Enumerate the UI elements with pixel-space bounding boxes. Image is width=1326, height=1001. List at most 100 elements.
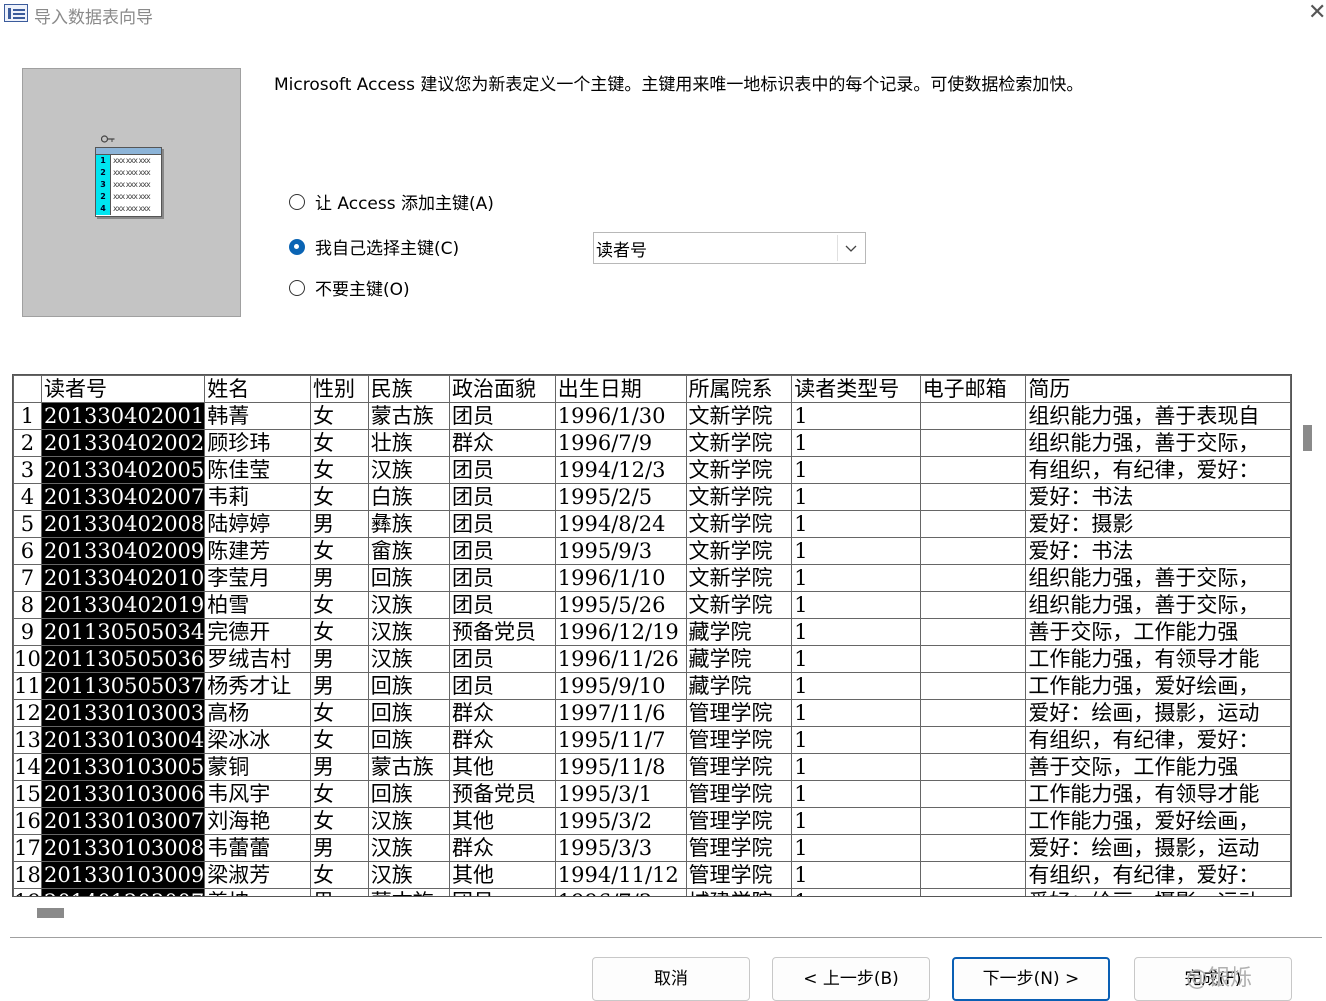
- back-button[interactable]: < 上一步(B): [772, 957, 930, 1001]
- table-cell-key: 201330402019: [40, 591, 206, 619]
- table-cell-key: 201330402007: [40, 483, 206, 511]
- column-header[interactable]: 所属院系: [685, 375, 793, 403]
- table-row: 11 201130505037 杨秀才让男回族 团员 1995/9/10 藏学院 1 工作能力…: [13, 672, 1291, 700]
- table-row: 8 201330402019 柏雪女汉族 团员 1995/5/26 文新学院 1 组织能力强，…: [13, 591, 1291, 619]
- radio-checked-icon[interactable]: [289, 238, 305, 255]
- column-header[interactable]: 姓名: [204, 375, 311, 403]
- table-row: 4 201330402007 韦莉女白族 团员 1995/2/5 文新学院 1 爱好：书法: [13, 483, 1291, 511]
- table-cell: 爱好：书法: [1025, 537, 1291, 565]
- table-cell: 高杨: [204, 699, 311, 727]
- table-row: 16 201330103007 刘海艳女汉族 其他 1995/3/2 管理学院 1 工作能力强…: [13, 807, 1291, 835]
- table-cell: 韦风宇: [204, 780, 311, 808]
- table-cell: [919, 888, 1027, 896]
- table-row: 6 201330402009 陈建芳女畲族 团员 1995/9/3 文新学院 1 爱好：书法: [13, 537, 1291, 565]
- radio-icon[interactable]: [289, 193, 305, 210]
- table-cell: 有组织，有纪律，爱好：: [1025, 861, 1291, 889]
- table-cell: 1995/2/5: [554, 483, 687, 511]
- column-header[interactable]: 民族: [367, 375, 451, 403]
- table-cell: 爱好：绘画，摄影，运动: [1025, 834, 1291, 862]
- table-cell-key: 201401203007: [40, 888, 206, 896]
- table-cell: 组织能力强，善于表现自: [1025, 402, 1291, 430]
- table-cell: 1996/7/3: [554, 888, 687, 896]
- table-cell: 1: [791, 699, 921, 727]
- table-cell: 文新学院: [685, 591, 793, 619]
- column-header[interactable]: 电子邮箱: [919, 375, 1027, 403]
- table-cell: 工作能力强，爱好绘画，: [1025, 672, 1291, 700]
- column-header[interactable]: 读者号: [40, 375, 206, 403]
- table-cell: 1995/11/8: [554, 753, 687, 781]
- row-number: 4: [13, 483, 42, 511]
- table-cell: 1: [791, 564, 921, 592]
- table-cell: [919, 834, 1027, 862]
- table-cell: 工作能力强，有领导才能: [1025, 645, 1291, 673]
- table-cell: 1: [791, 807, 921, 835]
- cancel-button[interactable]: 取消: [592, 957, 750, 1001]
- table-cell: [919, 591, 1027, 619]
- table-cell: 回族: [367, 726, 451, 754]
- column-header[interactable]: 政治面貌: [449, 375, 556, 403]
- table-cell: 男: [310, 645, 369, 673]
- table-cell-key: 201330103003: [40, 699, 206, 727]
- table-cell: 汉族: [367, 807, 451, 835]
- row-number: 10: [13, 645, 42, 673]
- table-cell: 其他: [449, 753, 556, 781]
- table-cell-key: 201330402009: [40, 537, 206, 565]
- table-row: 17 201330103008 韦蕾蕾男汉族 群众 1995/3/3 管理学院 1 爱好：绘画…: [13, 834, 1291, 862]
- row-number: 14: [13, 753, 42, 781]
- horizontal-scrollbar-thumb[interactable]: [37, 908, 64, 918]
- table-cell: 团员: [449, 672, 556, 700]
- column-header[interactable]: 简历: [1025, 375, 1291, 403]
- row-number: 2: [13, 429, 42, 457]
- option-no-key[interactable]: 不要主键(O): [289, 275, 410, 300]
- table-cell: 1995/9/10: [554, 672, 687, 700]
- table-row: 10 201130505036 罗绒吉村男汉族 团员 1996/11/26 藏学院 1 工作能…: [13, 645, 1291, 673]
- table-cell: 工作能力强，有领导才能: [1025, 780, 1291, 808]
- window-title: 导入数据表向导: [34, 8, 153, 28]
- preview-image: 1 xxx xxx xxx 2 xxx xxx xxx 3 xxx xxx xxx 2…: [22, 68, 241, 317]
- column-header[interactable]: 性别: [310, 375, 369, 403]
- table-row: 19201401203007姜坤男蒙古族团员1996/7/3城建学院1 爱好：绘画…: [13, 888, 1291, 896]
- table-cell: 壮族: [367, 429, 451, 457]
- chevron-down-icon[interactable]: [844, 242, 858, 256]
- table-cell: 1: [791, 456, 921, 484]
- option-choose-key[interactable]: 我自己选择主键(C): [289, 234, 459, 259]
- data-preview-grid[interactable]: 读者号 姓名 性别 民族 政治面貌 出生日期 所属院系 读者类型号 电子邮箱 简历 1 201330…: [12, 374, 1292, 897]
- table-cell: 男: [310, 564, 369, 592]
- table-cell: 1: [791, 537, 921, 565]
- next-button[interactable]: 下一步(N) >: [952, 957, 1110, 1001]
- table-cell: 女: [310, 456, 369, 484]
- close-icon[interactable]: ✕: [1308, 2, 1326, 24]
- table-cell: [919, 699, 1027, 727]
- table-cell: 顾珍玮: [204, 429, 311, 457]
- table-cell: 1: [791, 861, 921, 889]
- row-number: 9: [13, 618, 42, 646]
- table-cell: 1: [791, 483, 921, 511]
- option-access-add-key[interactable]: 让 Access 添加主键(A): [289, 189, 494, 214]
- table-cell: 蒙古族: [367, 888, 451, 896]
- table-cell: 团员: [449, 645, 556, 673]
- table-cell: 管理学院: [685, 780, 793, 808]
- table-cell: 爱好：绘画，摄影，运动: [1025, 699, 1291, 727]
- table-cell: 管理学院: [685, 807, 793, 835]
- column-header[interactable]: 读者类型号: [791, 375, 921, 403]
- table-row: 15 201330103006 韦风宇女回族 预备党员 1995/3/1 管理学院 1 工作能…: [13, 780, 1291, 808]
- row-number: 8: [13, 591, 42, 619]
- table-cell: 回族: [367, 699, 451, 727]
- table-cell: 爱好：绘画，摄影，运动: [1025, 888, 1291, 896]
- table-cell: 藏学院: [685, 618, 793, 646]
- table-cell: 陈建芳: [204, 537, 311, 565]
- table-cell: 善于交际，工作能力强: [1025, 753, 1291, 781]
- table-cell: 1995/3/1: [554, 780, 687, 808]
- table-cell: 群众: [449, 699, 556, 727]
- table-cell-key: 201330103006: [40, 780, 206, 808]
- table-cell: 1: [791, 402, 921, 430]
- table-cell: 1994/8/24: [554, 510, 687, 538]
- radio-icon[interactable]: [289, 279, 305, 296]
- primary-key-select[interactable]: 读者号: [593, 232, 866, 264]
- table-cell: 姜坤: [204, 888, 311, 896]
- table-row: 13 201330103004 梁冰冰女回族 群众 1995/11/7 管理学院 1 有组织，…: [13, 726, 1291, 754]
- title-bar: 导入数据表向导 ✕: [0, 0, 1326, 30]
- vertical-scrollbar-thumb[interactable]: [1303, 425, 1312, 451]
- table-row: 14 201330103005 蒙铜男蒙古族 其他 1995/11/8 管理学院 1 善于交际…: [13, 753, 1291, 781]
- column-header[interactable]: 出生日期: [554, 375, 687, 403]
